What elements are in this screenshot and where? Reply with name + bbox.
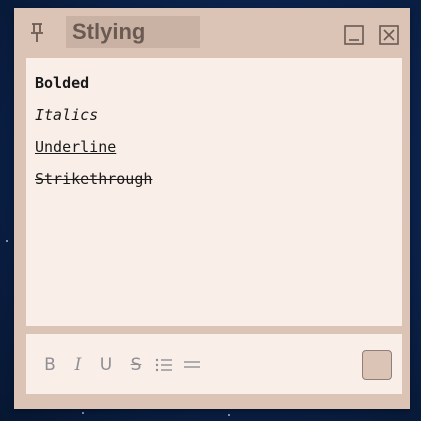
italic-text: Italics [35, 106, 99, 124]
bold-text: Bolded [35, 74, 90, 92]
star [6, 240, 8, 242]
close-button[interactable] [379, 25, 399, 45]
strikethrough-button[interactable]: S [128, 354, 144, 376]
note-color-picker[interactable] [362, 350, 392, 380]
bold-button[interactable]: B [42, 354, 58, 376]
underline-text: Underline [35, 138, 117, 156]
formatting-toolbar: B I U S [26, 334, 402, 394]
strikethrough-text: Strikethrough [35, 170, 153, 188]
italic-button[interactable]: I [70, 354, 86, 376]
star [228, 414, 230, 416]
underline-button[interactable]: U [98, 354, 114, 376]
bullet-list-button[interactable] [154, 354, 174, 376]
note-titlebar[interactable]: Stlying [14, 8, 410, 56]
note-title-input[interactable]: Stlying [66, 16, 200, 48]
sticky-note-window: Stlying Bolded Italics Underline Striket… [14, 8, 410, 409]
pin-icon[interactable] [28, 22, 46, 44]
strikethrough-label: S [130, 355, 142, 375]
close-icon [379, 25, 399, 45]
minimize-button[interactable] [344, 25, 364, 45]
note-text-area[interactable]: Bolded Italics Underline Strikethrough [26, 58, 402, 326]
minimize-icon [344, 25, 364, 45]
paragraph-button[interactable] [182, 354, 202, 376]
bullet-list-icon [155, 358, 172, 372]
star [82, 412, 84, 414]
paragraph-icon [184, 361, 200, 368]
